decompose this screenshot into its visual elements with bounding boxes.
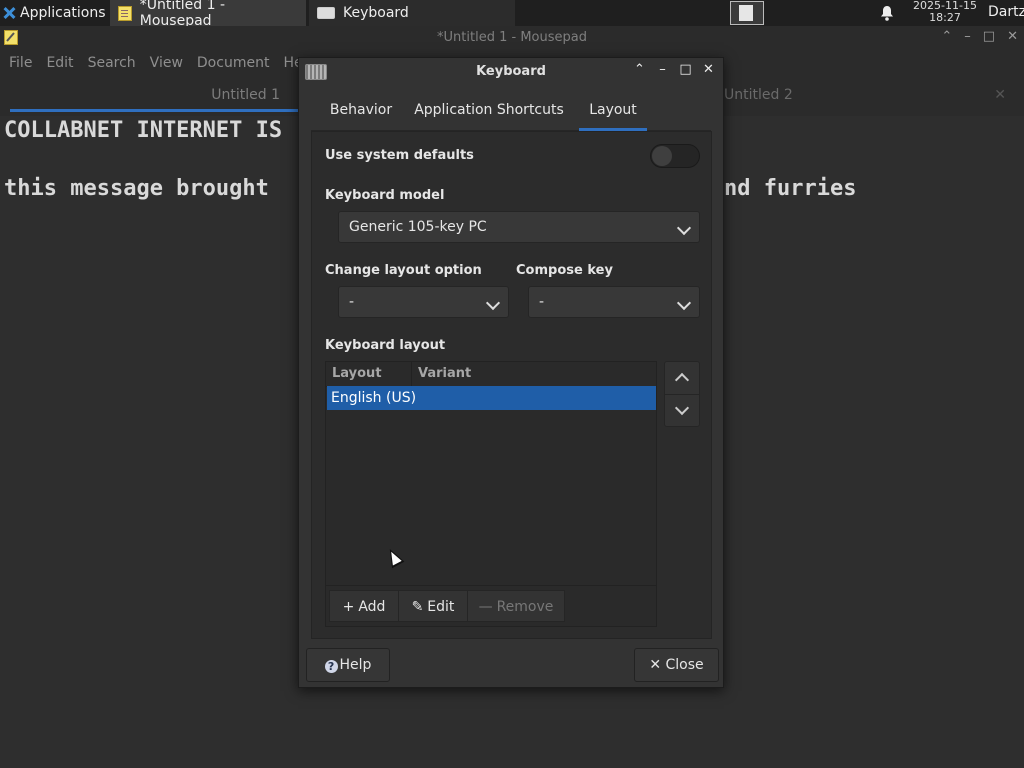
chevron-down-icon — [485, 295, 501, 311]
menu-search[interactable]: Search — [88, 55, 136, 71]
mousepad-window-controls: ⌃ – □ ✕ — [941, 29, 1018, 44]
plus-icon: + — [342, 599, 355, 615]
list-header: Layout Variant — [326, 362, 656, 387]
minus-icon: — — [478, 599, 493, 615]
menu-view[interactable]: View — [150, 55, 183, 71]
clock[interactable]: 2025-11-15 18:27 — [906, 0, 984, 24]
add-button-label: Add — [358, 599, 386, 615]
change-layout-option-value: - — [349, 294, 355, 310]
window-close-icon[interactable]: ✕ — [702, 62, 715, 77]
window-minimize-icon[interactable]: – — [964, 29, 971, 44]
editor-line: COLLABNET INTERNET IS — [4, 118, 283, 143]
menu-edit[interactable]: Edit — [46, 55, 73, 71]
edit-button-label: Edit — [427, 599, 455, 615]
menu-file[interactable]: File — [9, 55, 32, 71]
chevron-down-icon — [676, 295, 692, 311]
change-layout-option-label: Change layout option — [325, 263, 482, 278]
window-close-icon[interactable]: ✕ — [1007, 29, 1018, 44]
switch-knob — [652, 146, 672, 166]
change-layout-option-combo[interactable]: - — [338, 286, 509, 318]
dialog-tabs: Behavior Application Shortcuts Layout — [311, 92, 711, 131]
dialog-titlebar[interactable]: Keyboard ⌃ – □ ✕ — [299, 58, 723, 86]
column-header-variant[interactable]: Variant — [412, 362, 656, 386]
clock-time: 18:27 — [929, 11, 961, 24]
compose-key-value: - — [539, 294, 545, 310]
add-button[interactable]: + Add — [329, 590, 399, 622]
compose-key-label: Compose key — [516, 263, 613, 278]
chevron-down-icon — [674, 400, 690, 416]
close-button-label: Close — [665, 657, 704, 673]
xfce-logo-icon — [2, 6, 16, 20]
dialog-window-controls: ⌃ – □ ✕ — [633, 62, 715, 77]
note-icon — [118, 5, 132, 21]
window-maximize-icon[interactable]: □ — [983, 29, 995, 44]
remove-button-label: Remove — [496, 599, 554, 615]
tab-untitled-2[interactable]: Untitled 2 ✕ — [724, 80, 1014, 112]
pencil-icon: ✎ — [411, 599, 424, 615]
applications-label: Applications — [20, 5, 106, 21]
window-shade-icon[interactable]: ⌃ — [633, 62, 646, 77]
mousepad-title: *Untitled 1 - Mousepad — [437, 30, 587, 45]
user-menu[interactable]: Dartz — [988, 4, 1024, 20]
tab-close-icon[interactable]: ✕ — [994, 87, 1006, 103]
window-minimize-icon[interactable]: – — [656, 62, 669, 77]
layout-tab-content: Use system defaults Keyboard model Gener… — [311, 131, 712, 639]
notification-bell-icon[interactable] — [880, 5, 898, 23]
window-shade-icon[interactable]: ⌃ — [941, 29, 952, 44]
menu-document[interactable]: Document — [197, 55, 270, 71]
chevron-down-icon — [676, 220, 692, 236]
move-up-button[interactable] — [665, 362, 699, 395]
remove-button[interactable]: — Remove — [467, 590, 565, 622]
taskbar-item-mousepad[interactable]: *Untitled 1 - Mousepad — [110, 0, 306, 29]
column-header-layout[interactable]: Layout — [326, 362, 412, 386]
compose-key-combo[interactable]: - — [528, 286, 700, 318]
tab-application-shortcuts[interactable]: Application Shortcuts — [413, 92, 565, 128]
close-button[interactable]: ✕ Close — [634, 648, 719, 682]
taskbar-item-keyboard[interactable]: Keyboard — [309, 0, 515, 26]
layout-cell: English (US) — [331, 390, 417, 406]
use-system-defaults-label: Use system defaults — [325, 148, 474, 163]
keyboard-icon — [317, 7, 335, 19]
keyboard-model-label: Keyboard model — [325, 188, 445, 203]
editor-line: this message brought — [4, 176, 269, 201]
tab-behavior[interactable]: Behavior — [319, 92, 403, 128]
tab-layout[interactable]: Layout — [579, 92, 647, 131]
list-item[interactable]: English (US) — [327, 386, 656, 410]
close-icon: ✕ — [649, 657, 666, 673]
mousepad-titlebar: *Untitled 1 - Mousepad ⌃ – □ ✕ — [0, 26, 1024, 50]
layout-list-toolbar: + Add ✎ Edit — Remove — [326, 585, 656, 626]
tab-label: Untitled 2 — [724, 87, 793, 103]
keyboard-layout-label: Keyboard layout — [325, 338, 446, 353]
workspace-window-preview — [739, 5, 753, 21]
keyboard-layout-list[interactable]: Layout Variant English (US) + Add ✎ Edit —… — [325, 361, 657, 627]
help-button[interactable]: ? Help — [306, 648, 390, 682]
tab-untitled-1[interactable]: Untitled 1 — [10, 80, 300, 112]
help-button-label: Help — [339, 657, 372, 673]
chevron-up-icon — [674, 372, 690, 388]
applications-menu[interactable]: Applications — [0, 0, 110, 26]
edit-button[interactable]: ✎ Edit — [398, 590, 468, 622]
move-down-button[interactable] — [665, 394, 699, 426]
workspace-switcher[interactable] — [730, 1, 764, 25]
top-panel: Applications *Untitled 1 - Mousepad Keyb… — [0, 0, 1024, 29]
keyboard-model-value: Generic 105-key PC — [349, 219, 487, 235]
taskbar-item-label: Keyboard — [343, 5, 409, 21]
help-icon: ? — [324, 660, 338, 673]
use-system-defaults-switch[interactable] — [650, 144, 700, 168]
editor-line: nd furries — [724, 176, 857, 201]
keyboard-model-combo[interactable]: Generic 105-key PC — [338, 211, 700, 243]
taskbar-item-label: *Untitled 1 - Mousepad — [139, 0, 226, 29]
keyboard-dialog: Keyboard ⌃ – □ ✕ Behavior Application Sh… — [298, 57, 724, 688]
window-maximize-icon[interactable]: □ — [679, 62, 692, 77]
layout-order-buttons — [664, 361, 700, 427]
